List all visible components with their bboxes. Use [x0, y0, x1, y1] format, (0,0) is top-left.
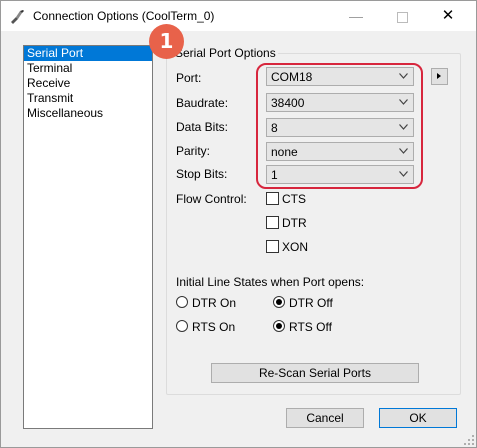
maximize-button[interactable] [379, 1, 425, 31]
list-item-receive[interactable]: Receive [24, 76, 152, 91]
list-item-transmit[interactable]: Transmit [24, 91, 152, 106]
rts-on-radio[interactable] [176, 320, 188, 332]
parity-label: Parity: [176, 144, 211, 158]
rescan-serial-ports-button[interactable]: Re-Scan Serial Ports [211, 363, 419, 383]
cts-checkbox[interactable] [266, 192, 279, 205]
xon-label: XON [282, 240, 309, 254]
xon-checkbox[interactable] [266, 240, 279, 253]
minimize-button[interactable]: — [333, 1, 379, 31]
line-states-label: Initial Line States when Port opens: [176, 275, 365, 289]
window-title: Connection Options (CoolTerm_0) [33, 9, 215, 23]
dtr-on-label: DTR On [192, 296, 237, 310]
category-list[interactable]: Serial Port Terminal Receive Transmit Mi… [23, 45, 153, 429]
port-info-button[interactable] [431, 68, 448, 85]
cts-label: CTS [282, 192, 306, 206]
flow-control-label: Flow Control: [176, 192, 247, 206]
title-bar: Connection Options (CoolTerm_0) — ✕ [1, 1, 476, 31]
port-label: Port: [176, 71, 202, 85]
triangle-right-icon [437, 73, 441, 79]
close-button[interactable]: ✕ [425, 1, 471, 31]
dtr-checkbox[interactable] [266, 216, 279, 229]
maximize-icon [396, 11, 408, 23]
list-item-miscellaneous[interactable]: Miscellaneous [24, 106, 152, 121]
ok-button[interactable]: OK [379, 408, 457, 428]
rts-off-radio[interactable] [273, 320, 285, 332]
baudrate-label: Baudrate: [176, 96, 229, 110]
resize-grip-icon[interactable] [463, 434, 475, 446]
annotation-badge: 1 [149, 24, 184, 59]
rts-on-label: RTS On [192, 320, 236, 334]
minimize-icon: — [349, 8, 363, 24]
rts-off-label: RTS Off [289, 320, 332, 334]
close-icon: ✕ [441, 7, 455, 24]
dtr-off-label: DTR Off [289, 296, 333, 310]
annotation-highlight [256, 63, 423, 189]
connection-options-window: Connection Options (CoolTerm_0) — ✕ Seri… [0, 0, 477, 448]
list-item-terminal[interactable]: Terminal [24, 61, 152, 76]
dtr-label: DTR [282, 216, 307, 230]
coolterm-app-icon [11, 10, 24, 24]
cancel-button[interactable]: Cancel [286, 408, 364, 428]
data-bits-label: Data Bits: [176, 120, 229, 134]
dtr-on-radio[interactable] [176, 296, 188, 308]
list-item-serial-port[interactable]: Serial Port [24, 46, 152, 61]
group-title: Serial Port Options [173, 46, 278, 60]
dtr-off-radio[interactable] [273, 296, 285, 308]
stop-bits-label: Stop Bits: [176, 167, 228, 181]
